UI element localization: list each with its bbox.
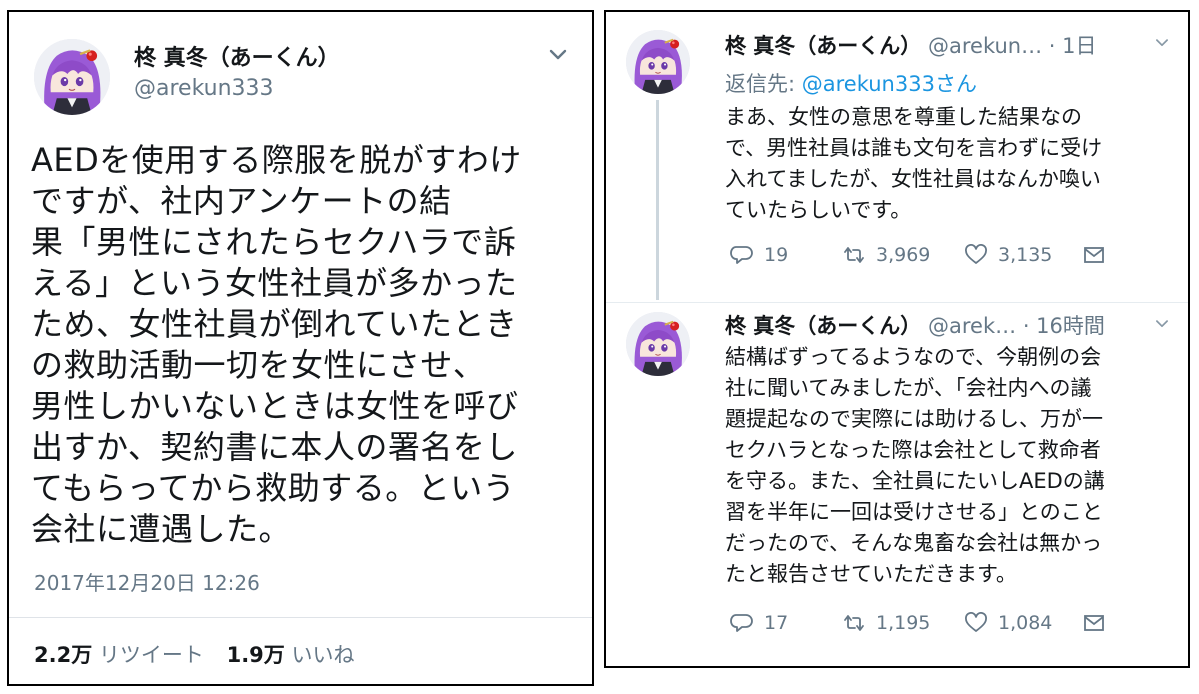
reply-count: 19	[764, 244, 789, 266]
retweet-count: 1,195	[876, 612, 931, 634]
avatar[interactable]	[626, 312, 690, 376]
divider	[606, 302, 1188, 303]
divider	[9, 617, 592, 618]
tweet-text-line: の救助活動一切を女性にさせ、	[31, 346, 486, 384]
reply-button[interactable]: 19	[730, 244, 842, 266]
reply-header: 柊 真冬（あーくん） @arekun… · 1日	[725, 30, 1097, 60]
chevron-down-icon[interactable]	[1154, 317, 1170, 331]
reply-text-line: まあ、女性の意思を尊重した結果なの	[725, 105, 1082, 129]
reply-icon	[730, 244, 754, 266]
like-count: 3,135	[998, 244, 1053, 266]
avatar-image	[34, 39, 110, 115]
reply-text-line: を守る。また、全社員にたいしAEDの講	[725, 469, 1105, 493]
dm-icon	[1082, 612, 1106, 634]
tweet-text-line: ため、女性社員が倒れていたとき	[31, 305, 518, 343]
chevron-down-icon[interactable]	[1154, 36, 1170, 50]
retweet-count[interactable]: 2.2万	[34, 643, 92, 667]
like-button[interactable]: 3,135	[964, 244, 1082, 266]
tweet-text-line: 会社に遭遇した。	[31, 510, 292, 548]
dm-icon	[1082, 244, 1106, 266]
retweet-count: 3,969	[876, 244, 931, 266]
reply-text-line: 結構ばずってるようなので、今朝例の会	[725, 345, 1102, 369]
like-icon	[964, 612, 988, 634]
reply-actions: 19 3,969 3,135	[730, 244, 1116, 266]
tweet-text-line: える」という女性社員が多かった	[31, 264, 518, 302]
reply-text-line: 入れてましたが、女性社員はなんか喚い	[725, 167, 1101, 191]
reply-actions: 17 1,195 1,084	[730, 612, 1116, 634]
tweet-text-line: 出すか、契約書に本人の署名をし	[31, 428, 518, 466]
retweet-button[interactable]: 1,195	[842, 612, 964, 634]
user-handle[interactable]: @arekun333	[134, 76, 274, 101]
tweet-text-line: 男性しかいないときは女性を呼び	[31, 387, 519, 425]
dm-button[interactable]	[1082, 244, 1116, 266]
retweet-icon	[842, 612, 866, 634]
retweet-button[interactable]: 3,969	[842, 244, 964, 266]
reply-text-line: 社に聞いてみましたが、「会社内への議	[725, 376, 1092, 400]
like-label[interactable]: いいね	[291, 643, 354, 667]
like-button[interactable]: 1,084	[964, 612, 1082, 634]
reply-text: 結構ばずってるようなので、今朝例の会 社に聞いてみましたが、「会社内への議 題提…	[725, 342, 1105, 590]
avatar[interactable]	[34, 39, 110, 115]
replying-to: 返信先: @arekun333さん	[725, 68, 977, 98]
tweet-text-line: 果「男性にされたらセクハラで訴	[31, 223, 517, 261]
reply-text: まあ、女性の意思を尊重した結果なの で、男性社員は誰も文句を言わずに受け 入れて…	[725, 102, 1102, 226]
reply-timestamp[interactable]: · 1日	[1049, 34, 1097, 58]
reply-text-line: 題提起なので実際には助けるし、万が一	[725, 407, 1103, 431]
dm-button[interactable]	[1082, 612, 1116, 634]
reply-thread-card: 柊 真冬（あーくん） @arekun… · 1日 返信先: @arekun333…	[604, 10, 1190, 668]
tweet-text-line: AEDを使用する際服を脱がすわけ	[31, 141, 522, 179]
reply-text-line: たと報告させていただきます。	[725, 562, 1017, 586]
avatar[interactable]	[626, 30, 690, 94]
like-count[interactable]: 1.9万	[227, 643, 285, 667]
avatar-image	[626, 30, 690, 94]
reply-text-line: ていたらしいです。	[725, 198, 912, 222]
reply-count: 17	[764, 612, 789, 634]
reply-icon	[730, 612, 754, 634]
replying-to-label: 返信先:	[725, 72, 802, 96]
retweet-icon	[842, 244, 866, 266]
avatar-image	[626, 312, 690, 376]
user-handle[interactable]: @arekun…	[928, 34, 1042, 58]
user-handle[interactable]: @arek…	[928, 314, 1016, 338]
main-tweet-card: 柊 真冬（あーくん） @arekun333 AEDを使用する際服を脱がすわけ で…	[7, 10, 594, 686]
reply-text-line: で、男性社員は誰も文句を言わずに受け	[725, 136, 1103, 160]
reply-button[interactable]: 17	[730, 612, 842, 634]
reply-header: 柊 真冬（あーくん） @arek… · 16時間	[725, 310, 1105, 340]
thread-connector-line	[656, 100, 659, 300]
tweet-text-line: ですが、社内アンケートの結	[31, 182, 452, 220]
display-name[interactable]: 柊 真冬（あーくん）	[725, 34, 921, 58]
reply-timestamp[interactable]: · 16時間	[1023, 314, 1105, 338]
replying-to-link[interactable]: @arekun333さん	[802, 72, 977, 96]
display-name[interactable]: 柊 真冬（あーくん）	[725, 314, 921, 338]
tweet-text-line: てもらってから救助する。という	[31, 469, 516, 507]
tweet-text: AEDを使用する際服を脱がすわけ ですが、社内アンケートの結 果「男性にされたら…	[31, 140, 576, 550]
retweet-label[interactable]: リツイート	[99, 643, 204, 667]
tweet-timestamp[interactable]: 2017年12月20日 12:26	[34, 567, 260, 596]
reply-text-line: 習を半年に一回は受けさせる」とのこと	[725, 500, 1103, 524]
like-icon	[964, 244, 988, 266]
display-name[interactable]: 柊 真冬（あーくん）	[134, 40, 340, 72]
chevron-down-icon[interactable]	[547, 46, 569, 64]
tweet-stats: 2.2万 リツイート 1.9万 いいね	[34, 639, 370, 669]
reply-text-line: セクハラとなった際は会社として救命者	[725, 438, 1101, 462]
like-count: 1,084	[998, 612, 1053, 634]
reply-text-line: だったので、そんな鬼畜な会社は無かっ	[725, 531, 1103, 555]
